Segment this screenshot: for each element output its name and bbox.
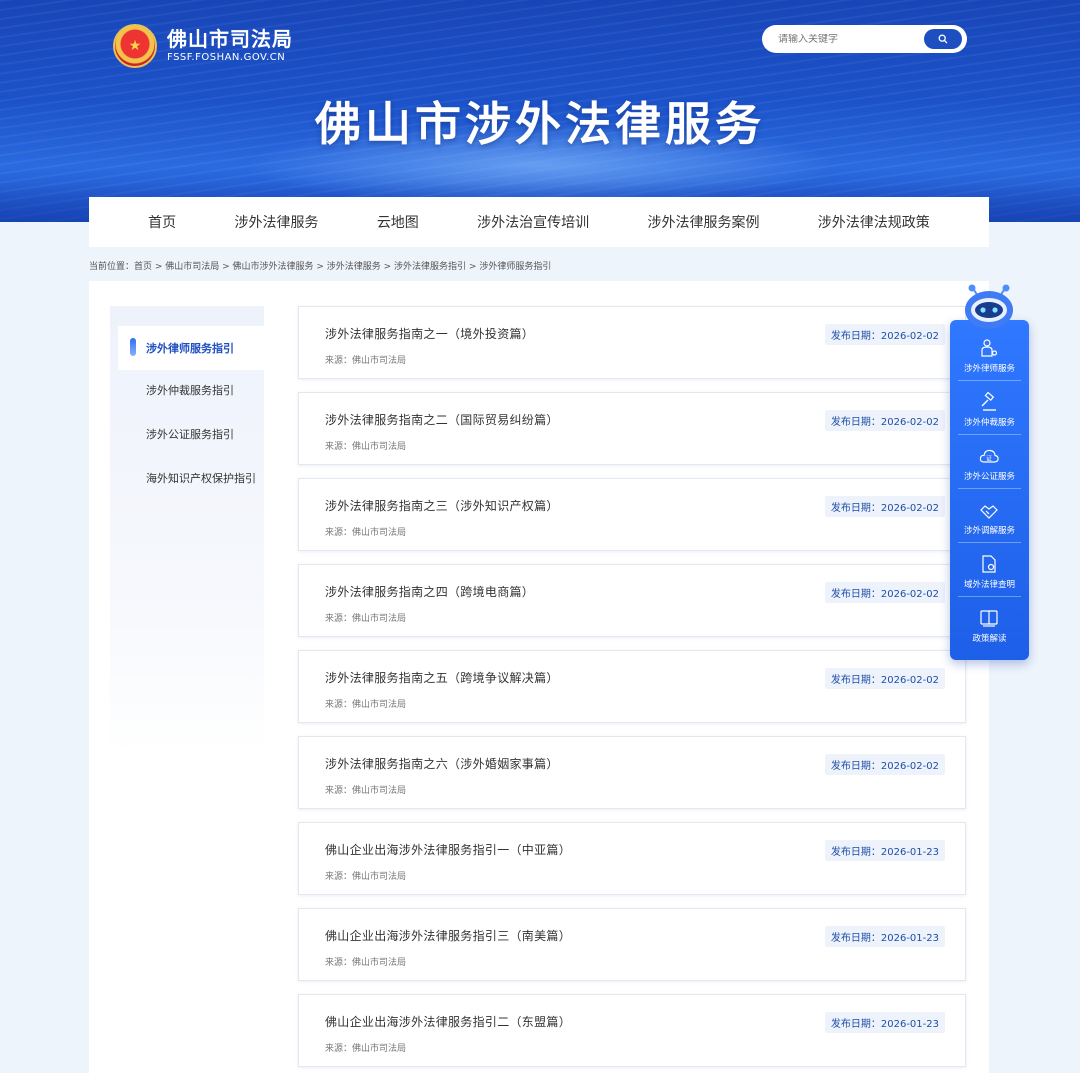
article-source: 来源：佛山市司法局: [325, 442, 407, 452]
document-search-icon: [982, 555, 996, 573]
article-title[interactable]: 涉外法律服务指南之六（涉外婚姻家事篇）: [325, 755, 559, 772]
divider: [958, 380, 1021, 381]
floating-service-panel: 涉外律师服务 涉外仲裁服务 证 涉外公证服务 涉外调解服务 域外法律查明 政策解…: [950, 320, 1029, 660]
article-title[interactable]: 涉外法律服务指南之四（跨境电商篇）: [325, 583, 534, 600]
sidebar: 涉外律师服务指引 涉外仲裁服务指引 涉外公证服务指引 海外知识产权保护指引: [110, 306, 264, 756]
sidebar-item-notary-guide[interactable]: 涉外公证服务指引: [118, 412, 264, 456]
sidebar-item-ip-protection-guide[interactable]: 海外知识产权保护指引: [118, 456, 264, 500]
float-item-policy-interpretation[interactable]: 政策解读: [950, 598, 1029, 652]
gavel-icon: [981, 392, 996, 411]
article-source: 来源：佛山市司法局: [325, 872, 407, 882]
breadcrumb: 当前位置：首页 > 佛山市司法局 > 佛山市涉外法律服务 > 涉外法律服务 > …: [89, 262, 552, 272]
article-source: 来源：佛山市司法局: [325, 1044, 407, 1054]
float-item-label: 域外法律查明: [963, 580, 1015, 590]
svg-text:证: 证: [986, 456, 992, 463]
main-content: 涉外律师服务指引 涉外仲裁服务指引 涉外公证服务指引 海外知识产权保护指引 涉外…: [89, 281, 989, 1073]
article-date: 发布日期：2026-02-02: [824, 668, 945, 689]
article-card[interactable]: 涉外法律服务指南之四（跨境电商篇） 来源：佛山市司法局 发布日期：2026-02…: [298, 564, 966, 637]
search-button[interactable]: [924, 29, 962, 49]
active-indicator-icon: [130, 338, 136, 356]
article-card[interactable]: 涉外法律服务指南之一（境外投资篇） 来源：佛山市司法局 发布日期：2026-02…: [298, 306, 966, 379]
article-card[interactable]: 涉外法律服务指南之六（涉外婚姻家事篇） 来源：佛山市司法局 发布日期：2026-…: [298, 736, 966, 809]
divider: [958, 542, 1021, 543]
float-item-arbitration-service[interactable]: 涉外仲裁服务: [950, 382, 1029, 436]
article-source: 来源：佛山市司法局: [325, 356, 407, 366]
article-card[interactable]: 涉外法律服务指南之二（国际贸易纠纷篇） 来源：佛山市司法局 发布日期：2026-…: [298, 392, 966, 465]
float-item-label: 政策解读: [972, 634, 1007, 644]
article-source: 来源：佛山市司法局: [325, 958, 407, 968]
article-source: 来源：佛山市司法局: [325, 700, 407, 710]
divider: [958, 434, 1021, 435]
article-date: 发布日期：2026-02-02: [824, 754, 945, 775]
float-item-foreign-law-search[interactable]: 域外法律查明: [950, 544, 1029, 598]
article-date: 发布日期：2026-02-02: [824, 324, 945, 345]
hero-title: 佛山市涉外法律服务: [315, 97, 765, 151]
float-item-lawyer-service[interactable]: 涉外律师服务: [950, 328, 1029, 382]
nav-item-publicity-training[interactable]: 涉外法治宣传培训: [477, 212, 589, 232]
sidebar-item-lawyer-guide[interactable]: 涉外律师服务指引: [118, 326, 264, 370]
article-title[interactable]: 涉外法律服务指南之一（境外投资篇）: [325, 325, 534, 342]
article-title[interactable]: 涉外法律服务指南之三（涉外知识产权篇）: [325, 497, 559, 514]
article-card[interactable]: 佛山企业出海涉外法律服务指引三（南美篇） 来源：佛山市司法局 发布日期：2026…: [298, 908, 966, 981]
divider: [958, 596, 1021, 597]
sidebar-item-arbitration-guide[interactable]: 涉外仲裁服务指引: [118, 368, 264, 412]
float-item-label: 涉外调解服务: [963, 526, 1015, 536]
float-item-mediation-service[interactable]: 涉外调解服务: [950, 490, 1029, 544]
article-title[interactable]: 涉外法律服务指南之二（国际贸易纠纷篇）: [325, 411, 559, 428]
search-icon: [938, 34, 948, 44]
article-card[interactable]: 涉外法律服务指南之三（涉外知识产权篇） 来源：佛山市司法局 发布日期：2026-…: [298, 478, 966, 551]
sidebar-item-label: 涉外公证服务指引: [146, 428, 234, 441]
article-date: 发布日期：2026-01-23: [824, 1012, 945, 1033]
float-item-notary-service[interactable]: 证 涉外公证服务: [950, 436, 1029, 490]
nav-item-home[interactable]: 首页: [148, 212, 176, 232]
nav-item-laws-policies[interactable]: 涉外法律法规政策: [818, 212, 930, 232]
float-item-label: 涉外仲裁服务: [963, 418, 1015, 428]
article-source: 来源：佛山市司法局: [325, 786, 407, 796]
article-source: 来源：佛山市司法局: [325, 614, 407, 624]
article-title[interactable]: 佛山企业出海涉外法律服务指引二（东盟篇）: [325, 1013, 571, 1030]
nav-item-cloud-map[interactable]: 云地图: [377, 212, 419, 232]
main-nav: 首页 涉外法律服务 云地图 涉外法治宣传培训 涉外法律服务案例 涉外法律法规政策: [89, 197, 989, 247]
article-title[interactable]: 佛山企业出海涉外法律服务指引三（南美篇）: [325, 927, 571, 944]
lawyer-icon: [981, 339, 998, 357]
sidebar-item-label: 海外知识产权保护指引: [146, 472, 256, 485]
national-emblem-icon: ★: [113, 24, 157, 68]
site-logo[interactable]: ★ 佛山市司法局 FSSF.FOSHAN.GOV.CN: [113, 24, 293, 68]
sidebar-item-label: 涉外仲裁服务指引: [146, 384, 234, 397]
article-date: 发布日期：2026-01-23: [824, 840, 945, 861]
handshake-icon: [980, 505, 998, 519]
article-date: 发布日期：2026-02-02: [824, 410, 945, 431]
sidebar-item-label: 涉外律师服务指引: [146, 342, 234, 355]
article-source: 来源：佛山市司法局: [325, 528, 407, 538]
article-card[interactable]: 涉外法律服务指南之五（跨境争议解决篇） 来源：佛山市司法局 发布日期：2026-…: [298, 650, 966, 723]
article-title[interactable]: 佛山企业出海涉外法律服务指引一（中亚篇）: [325, 841, 571, 858]
robot-assistant-icon[interactable]: [960, 282, 1018, 332]
notary-cloud-icon: 证: [979, 449, 999, 463]
logo-title: 佛山市司法局: [167, 27, 293, 51]
article-date: 发布日期：2026-02-02: [824, 496, 945, 517]
article-card[interactable]: 佛山企业出海涉外法律服务指引二（东盟篇） 来源：佛山市司法局 发布日期：2026…: [298, 994, 966, 1067]
nav-item-foreign-legal-services[interactable]: 涉外法律服务: [234, 212, 318, 232]
float-item-label: 涉外律师服务: [963, 364, 1015, 374]
book-icon: [980, 610, 998, 627]
article-date: 发布日期：2026-02-02: [824, 582, 945, 603]
float-item-label: 涉外公证服务: [963, 472, 1015, 482]
search-box: [762, 25, 967, 53]
article-title[interactable]: 涉外法律服务指南之五（跨境争议解决篇）: [325, 669, 559, 686]
divider: [958, 488, 1021, 489]
search-input[interactable]: [762, 33, 912, 45]
nav-item-service-cases[interactable]: 涉外法律服务案例: [647, 212, 759, 232]
header-banner: ★ 佛山市司法局 FSSF.FOSHAN.GOV.CN 佛山市涉外法律服务: [0, 0, 1080, 222]
logo-domain: FSSF.FOSHAN.GOV.CN: [167, 52, 286, 63]
article-card[interactable]: 佛山企业出海涉外法律服务指引一（中亚篇） 来源：佛山市司法局 发布日期：2026…: [298, 822, 966, 895]
article-date: 发布日期：2026-01-23: [824, 926, 945, 947]
